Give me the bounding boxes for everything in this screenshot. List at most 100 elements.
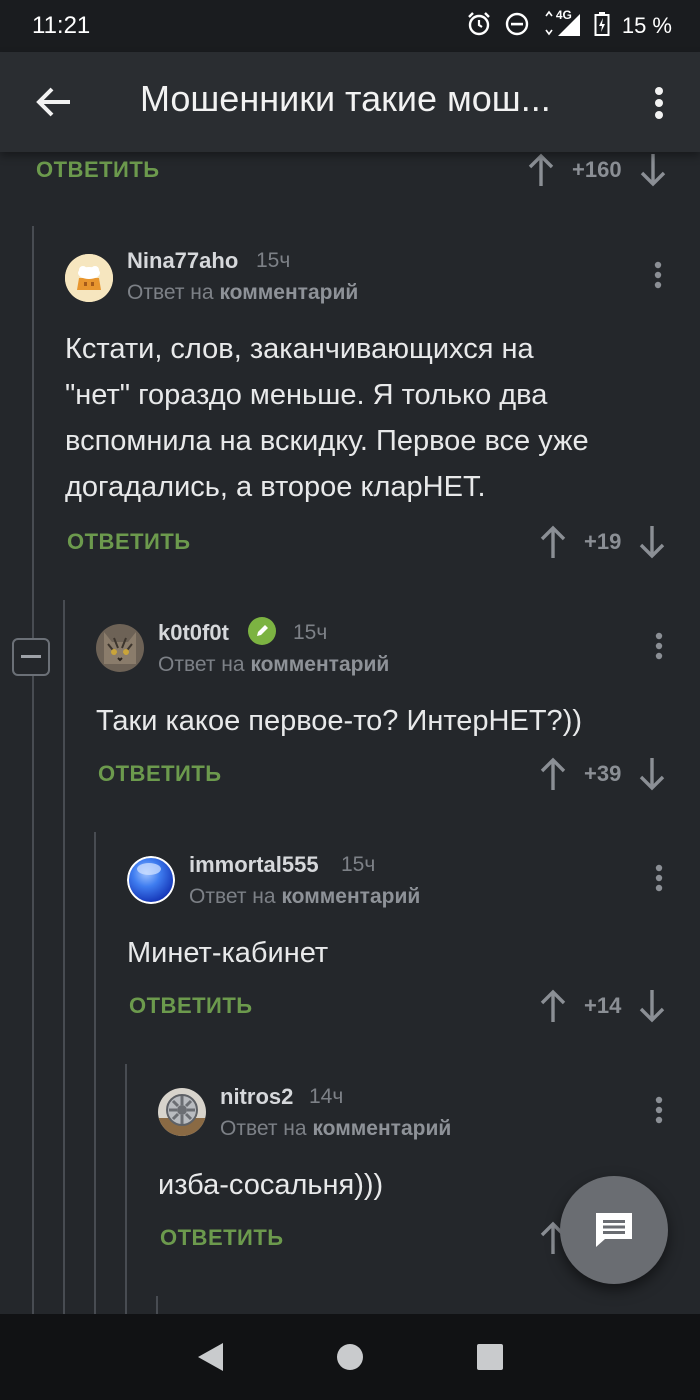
upvote-button[interactable]: [538, 524, 568, 560]
arrow-down-icon: [640, 526, 665, 559]
downvote-button[interactable]: [637, 524, 667, 560]
reply-to-target-link[interactable]: комментарий: [250, 653, 389, 676]
upvote-button[interactable]: [538, 756, 568, 792]
downvote-button[interactable]: [637, 988, 667, 1024]
arrow-left-icon: [36, 87, 70, 117]
comment-line: Таки какое первое-то? ИнтерНЕТ?)): [96, 705, 583, 737]
avatar[interactable]: [65, 254, 113, 302]
comment-author[interactable]: Nina77aho: [127, 248, 238, 274]
comment-line: Кстати, слов, заканчивающихся на: [65, 333, 534, 365]
pencil-badge-icon: [257, 625, 268, 636]
square-recents-icon: [477, 1344, 503, 1370]
reply-row: ОТВЕТИТЬ: [98, 754, 222, 794]
reply-button[interactable]: ОТВЕТИТЬ: [98, 761, 222, 787]
arrow-up-icon: [540, 757, 566, 790]
back-button[interactable]: [24, 76, 84, 128]
reply-button[interactable]: ОТВЕТИТЬ: [129, 993, 253, 1019]
reply-to-target-link[interactable]: комментарий: [219, 281, 358, 304]
overflow-menu-button[interactable]: [644, 80, 674, 126]
signal-icon: 4G: [542, 7, 582, 43]
do-not-disturb-icon: [504, 11, 530, 42]
status-bar: 11:21 4G 15 %: [0, 0, 700, 52]
comment-body: изба-сосальня))): [158, 1162, 383, 1208]
collapse-thread-button[interactable]: [12, 638, 50, 676]
comment-line: Минет-кабинет: [127, 937, 329, 969]
reply-to-line: Ответ на комментарий: [127, 281, 358, 305]
comment-menu-button[interactable]: [649, 1090, 669, 1130]
thread-line: [156, 1296, 158, 1314]
more-vert-icon: [655, 632, 663, 660]
score: +39: [584, 761, 622, 786]
arrow-up-icon: [528, 153, 554, 186]
nav-home-button[interactable]: [320, 1327, 380, 1387]
reply-to-line: Ответ на комментарий: [189, 885, 420, 909]
comment-author[interactable]: nitros2: [220, 1084, 293, 1110]
comment-menu-button[interactable]: [648, 255, 668, 295]
score: +160: [572, 157, 622, 182]
write-comment-fab[interactable]: [560, 1176, 668, 1284]
triangle-back-icon: [198, 1343, 223, 1371]
avatar[interactable]: [96, 624, 144, 672]
arrow-up-icon: [540, 525, 566, 558]
vote-controls: +19: [538, 522, 667, 562]
nav-back-button[interactable]: [180, 1327, 240, 1387]
thread-line: [32, 226, 34, 1314]
reply-row: ОТВЕТИТЬ: [160, 1218, 284, 1258]
score: +19: [584, 529, 622, 554]
comment-author[interactable]: k0t0f0t: [158, 620, 229, 646]
status-icons: 4G 15 %: [466, 7, 672, 43]
network-type-label: 4G: [555, 7, 572, 22]
comment-body: Минет-кабинет: [127, 930, 328, 976]
comment-time: 14ч: [309, 1085, 344, 1108]
comments-list: ОТВЕТИТЬ +160 Nina77aho 15ч Ответ на ком…: [0, 152, 700, 1314]
comment-body: Таки какое первое-то? ИнтерНЕТ?)): [96, 698, 582, 744]
minus-icon: [21, 655, 41, 658]
avatar[interactable]: [127, 856, 175, 904]
comment-time: 15ч: [341, 853, 376, 876]
arrow-up-icon: [540, 989, 566, 1022]
avatar[interactable]: [158, 1088, 206, 1136]
upvote-button[interactable]: [538, 988, 568, 1024]
reply-to-line: Ответ на комментарий: [158, 653, 389, 677]
thread-line: [63, 600, 65, 1314]
page-title: Мошенники такие мош...: [140, 78, 551, 119]
vote-controls: +39: [538, 754, 667, 794]
reply-to-prefix: Ответ на: [189, 885, 276, 908]
vote-controls: +160: [526, 152, 668, 190]
score: +14: [584, 993, 622, 1018]
reply-button[interactable]: ОТВЕТИТЬ: [67, 529, 191, 555]
battery-percent: 15 %: [621, 13, 672, 38]
upvote-button[interactable]: [526, 152, 556, 188]
comment-menu-button[interactable]: [649, 858, 669, 898]
nav-recents-button[interactable]: [460, 1327, 520, 1387]
comment-icon: [596, 1213, 632, 1247]
reply-to-target-link[interactable]: комментарий: [281, 885, 420, 908]
comment-line: вспомнила на вскидку. Первое все уже: [65, 425, 589, 457]
reply-button[interactable]: ОТВЕТИТЬ: [160, 1225, 284, 1251]
verified-badge: [248, 617, 276, 645]
vote-controls: +14: [538, 986, 667, 1026]
comment-author[interactable]: immortal555: [189, 852, 319, 878]
comment-menu-button[interactable]: [649, 626, 669, 666]
arrow-down-icon: [640, 154, 665, 187]
more-vert-icon: [655, 87, 663, 119]
arrow-down-icon: [640, 758, 665, 791]
thread-line: [125, 1064, 127, 1314]
downvote-button[interactable]: [638, 152, 668, 188]
reply-row: ОТВЕТИТЬ: [36, 152, 160, 190]
reply-button[interactable]: ОТВЕТИТЬ: [36, 157, 160, 183]
comment-line: "нет" гораздо меньше. Я только два: [65, 379, 548, 411]
circle-home-icon: [337, 1344, 363, 1370]
more-vert-icon: [655, 1096, 663, 1124]
thread-line: [94, 832, 96, 1314]
status-time: 11:21: [32, 12, 91, 39]
reply-to-target-link[interactable]: комментарий: [312, 1117, 451, 1140]
comment-time: 15ч: [256, 249, 291, 272]
reply-to-prefix: Ответ на: [127, 281, 214, 304]
reply-to-prefix: Ответ на: [158, 653, 245, 676]
alarm-icon: [466, 11, 492, 42]
system-nav-bar: [0, 1314, 700, 1400]
comment-body: Кстати, слов, заканчивающихся на "нет" г…: [65, 326, 589, 510]
downvote-button[interactable]: [637, 756, 667, 792]
arrow-down-icon: [640, 990, 665, 1023]
